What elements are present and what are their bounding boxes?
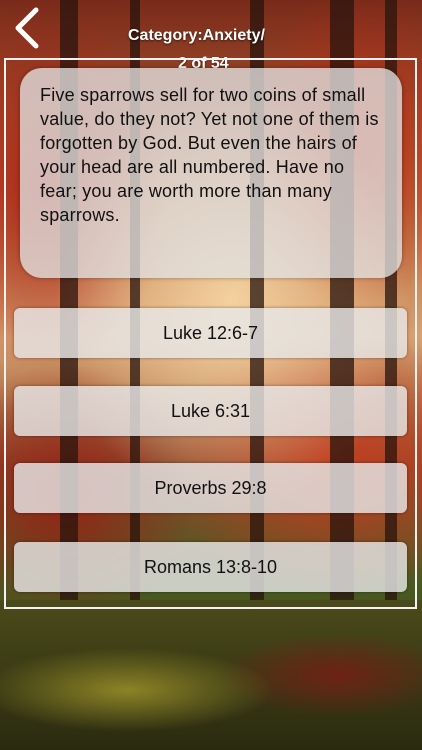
question-panel: Five sparrows sell for two coins of smal… <box>20 68 402 278</box>
category-label: Category:Anxiety/ <box>128 27 265 44</box>
answer-option-1[interactable]: Luke 12:6-7 <box>14 308 407 358</box>
answer-label: Luke 12:6-7 <box>162 322 259 343</box>
question-text: Five sparrows sell for two coins of smal… <box>40 85 379 225</box>
answer-option-2[interactable]: Luke 6:31 <box>14 386 407 436</box>
answer-label: Proverbs 29:8 <box>154 477 267 498</box>
chevron-left-icon <box>15 7 39 49</box>
answer-label: Romans 13:8-10 <box>143 556 278 577</box>
answer-option-4[interactable]: Romans 13:8-10 <box>14 542 407 592</box>
answer-label: Luke 6:31 <box>170 400 251 421</box>
answer-option-3[interactable]: Proverbs 29:8 <box>14 463 407 513</box>
back-button[interactable] <box>10 6 44 50</box>
